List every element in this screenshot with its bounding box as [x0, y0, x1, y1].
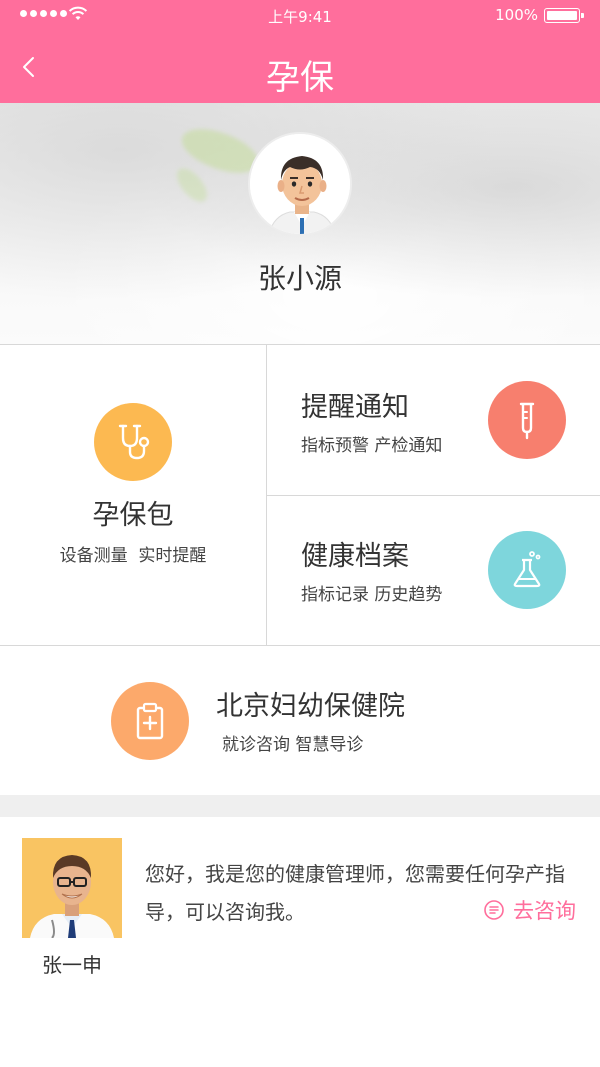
status-bar: 上午9:41 100% — [0, 0, 600, 30]
reminder-tile[interactable]: 提醒通知 指标预警 产检通知 — [267, 345, 600, 495]
consultant-name: 张一申 — [42, 953, 102, 977]
package-title: 孕保包 — [92, 500, 174, 531]
records-tile[interactable]: 健康档案 指标记录 历史趋势 — [267, 496, 600, 645]
section-divider — [0, 795, 600, 817]
doctor-avatar-icon — [250, 134, 350, 234]
hospital-subtitle: 就诊咨询 智慧导诊 — [222, 735, 364, 755]
user-name: 张小源 — [257, 262, 342, 295]
profile-header: 张小源 — [0, 103, 600, 344]
page-title: 孕保 — [266, 58, 334, 98]
reminder-title: 提醒通知 — [301, 392, 409, 423]
stethoscope-icon — [94, 403, 172, 481]
battery-icon — [544, 8, 584, 23]
reminder-subtitle: 指标预警 产检通知 — [301, 436, 443, 456]
package-subtitle: 设备测量 实时提醒 — [59, 546, 207, 566]
battery-percent: 100% — [495, 6, 538, 24]
feature-grid: 孕保包 设备测量 实时提醒 提醒通知 指标预警 产检通知 健康档案 指标记录 历… — [0, 344, 600, 795]
records-subtitle: 指标记录 历史趋势 — [301, 585, 443, 605]
records-title: 健康档案 — [301, 541, 409, 572]
clipboard-plus-icon — [111, 682, 189, 760]
hospital-tile[interactable]: 北京妇幼保健院 就诊咨询 智慧导诊 — [0, 646, 600, 796]
chat-bubble-icon — [484, 900, 504, 920]
thermometer-icon — [488, 381, 566, 459]
flask-icon — [488, 531, 566, 609]
hospital-title: 北京妇幼保健院 — [216, 691, 405, 722]
consult-button[interactable]: 去咨询 — [483, 895, 576, 925]
doctor-photo-icon — [22, 838, 122, 938]
top-bar: 上午9:41 100% 孕保 — [0, 0, 600, 103]
user-avatar[interactable] — [248, 132, 352, 236]
consultant-avatar[interactable] — [22, 838, 122, 938]
consult-button-label: 去咨询 — [513, 899, 576, 923]
consultant-card: 张一申 您好，我是您的健康管理师，您需要任何孕产指导，可以咨询我。 去咨询 — [0, 817, 600, 1067]
package-tile[interactable]: 孕保包 设备测量 实时提醒 — [0, 345, 266, 645]
